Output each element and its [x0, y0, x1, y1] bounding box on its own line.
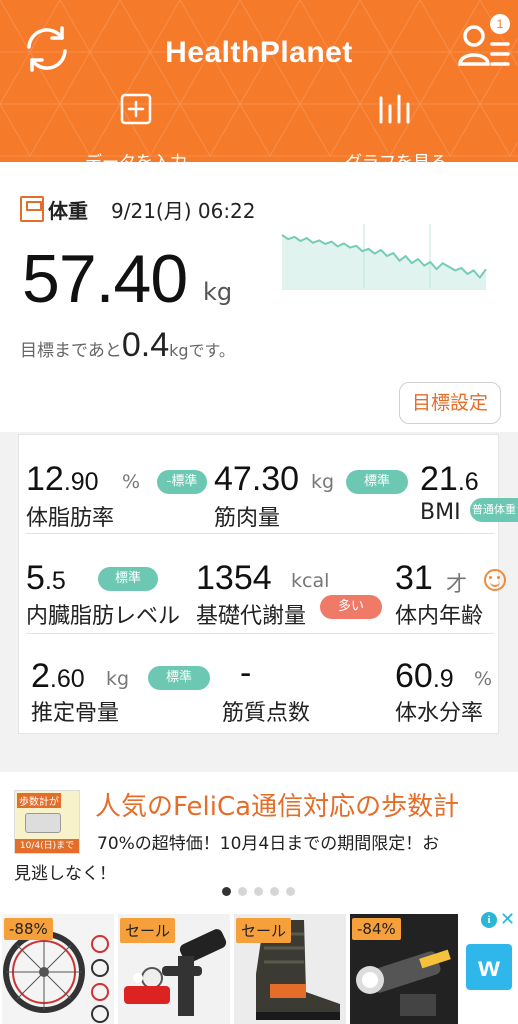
body-fat-status: -標準	[157, 470, 207, 494]
body-age-value-main: 31	[395, 559, 433, 597]
sale-tag: セール	[236, 918, 292, 943]
bone-mass-value-decimal: .60	[49, 665, 85, 693]
input-data-label: データを入力	[56, 148, 216, 162]
basal-metabolism-value[interactable]: 1354	[196, 559, 272, 598]
body-fat-label: 体脂肪率	[26, 506, 115, 531]
ad-pager-dots	[222, 887, 302, 897]
ad-thumbnail-caption: 歩数計が	[17, 793, 61, 808]
body-age-value[interactable]: 31	[395, 559, 433, 598]
smile-face-icon	[484, 569, 506, 591]
notification-badge: 1	[490, 14, 510, 34]
view-graph-label: グラフを見る	[316, 148, 476, 162]
goal-remaining: 目標まであと0.4kgです。	[20, 326, 235, 365]
muscle-quality-value[interactable]: -	[240, 654, 251, 693]
visceral-fat-value[interactable]: 5.5	[26, 559, 66, 598]
muscle-mass-value-main: 47.30	[214, 460, 300, 498]
pager-dot[interactable]	[270, 887, 279, 896]
body-water-unit: %	[474, 668, 493, 690]
sale-tag: セール	[120, 918, 176, 943]
body-fat-unit: %	[122, 471, 141, 493]
ad-thumbnail[interactable]: 歩数計が 10/4(日)まで	[14, 790, 80, 854]
ad-title[interactable]: 人気のFeliCa通信対応の歩数計	[95, 786, 459, 823]
view-graph-button[interactable]: グラフを見る	[316, 92, 476, 162]
body-age-label: 体内年齢	[395, 604, 484, 629]
discount-tag: -88%	[4, 918, 53, 940]
ad-thumbnail-date: 10/4(日)まで	[15, 839, 79, 853]
bmi-label: BMI	[420, 500, 461, 525]
goal-value: 0.4	[121, 326, 170, 364]
bmi-value-main: 21	[420, 460, 458, 498]
body-fat-value[interactable]: 12.90	[26, 460, 99, 499]
discount-tag: -84%	[352, 918, 401, 940]
bone-mass-value[interactable]: 2.60	[31, 657, 85, 696]
product-tile-flashlight[interactable]: -84%	[350, 914, 458, 1024]
basal-metabolism-label: 基礎代謝量	[196, 604, 307, 629]
goal-prefix: 目標まであと	[20, 341, 122, 361]
bone-mass-unit: kg	[106, 668, 130, 690]
bmi-value-decimal: .6	[457, 468, 479, 496]
goal-suffix: kgです。	[169, 341, 235, 360]
bmi-value[interactable]: 21.6	[420, 460, 479, 499]
wish-logo[interactable]: w	[466, 944, 512, 990]
visceral-fat-value-decimal: .5	[44, 567, 66, 595]
ad-close-icon[interactable]: ✕	[500, 909, 515, 930]
app-title: HealthPlanet	[165, 36, 353, 69]
body-water-value[interactable]: 60.9	[395, 657, 454, 696]
ad-info-icon[interactable]: i	[481, 912, 497, 928]
ad-description: 70%の超特価！10月4日までの期間限定！お	[97, 834, 440, 854]
row-divider	[26, 533, 494, 534]
basal-metabolism-status: 多い	[320, 595, 382, 619]
bone-mass-status: 標準	[148, 666, 210, 690]
pager-dot[interactable]	[238, 887, 247, 896]
add-data-icon	[120, 93, 152, 125]
muscle-mass-value[interactable]: 47.30	[214, 460, 299, 499]
bmi-status: 普通体重	[470, 498, 518, 522]
weight-label: 体重	[48, 199, 88, 223]
body-age-unit: 才	[446, 572, 467, 596]
body-fat-value-main: 12	[26, 460, 64, 498]
row-divider	[26, 633, 494, 634]
product-tile-bike-wheel[interactable]: -88%	[2, 914, 114, 1024]
pedometer-image	[25, 813, 61, 833]
muscle-quality-value-main: -	[240, 654, 252, 692]
visceral-fat-label: 内臓脂肪レベル	[26, 604, 181, 629]
weight-unit: kg	[203, 278, 233, 306]
user-menu-button[interactable]: 1	[456, 14, 514, 76]
visceral-fat-value-main: 5	[26, 559, 45, 597]
weight-trend-sparkline	[281, 224, 487, 290]
body-fat-value-decimal: .90	[63, 468, 99, 496]
visceral-fat-status: 標準	[98, 567, 158, 591]
bar-graph-icon	[379, 94, 410, 124]
bone-mass-value-main: 2	[31, 657, 50, 695]
pager-dot[interactable]	[254, 887, 263, 896]
measurement-date: 9/21(月) 06:22	[111, 199, 256, 223]
scale-icon	[20, 196, 44, 222]
muscle-mass-label: 筋肉量	[214, 506, 281, 531]
muscle-mass-unit: kg	[311, 471, 335, 493]
muscle-quality-label: 筋質点数	[222, 701, 311, 726]
product-tile-bike-light[interactable]: セール	[118, 914, 230, 1024]
muscle-mass-status: 標準	[346, 470, 408, 494]
pager-dot-active[interactable]	[222, 887, 231, 896]
input-data-button[interactable]: データを入力	[56, 92, 216, 162]
app-header: HealthPlanet 1 データを入力 グラフを見る	[0, 0, 518, 162]
set-goal-button[interactable]: 目標設定	[399, 382, 501, 424]
basal-metabolism-value-main: 1354	[196, 559, 272, 597]
pager-dot[interactable]	[286, 887, 295, 896]
ad-description-continued: 見逃しなく！	[14, 864, 116, 884]
body-water-value-decimal: .9	[432, 665, 454, 693]
body-water-value-main: 60	[395, 657, 433, 695]
body-water-label: 体水分率	[395, 701, 484, 726]
basal-metabolism-unit: kcal	[291, 570, 330, 592]
weight-value: 57.40	[22, 241, 188, 317]
bone-mass-label: 推定骨量	[31, 701, 120, 726]
product-tile-boots[interactable]: セール	[234, 914, 346, 1024]
